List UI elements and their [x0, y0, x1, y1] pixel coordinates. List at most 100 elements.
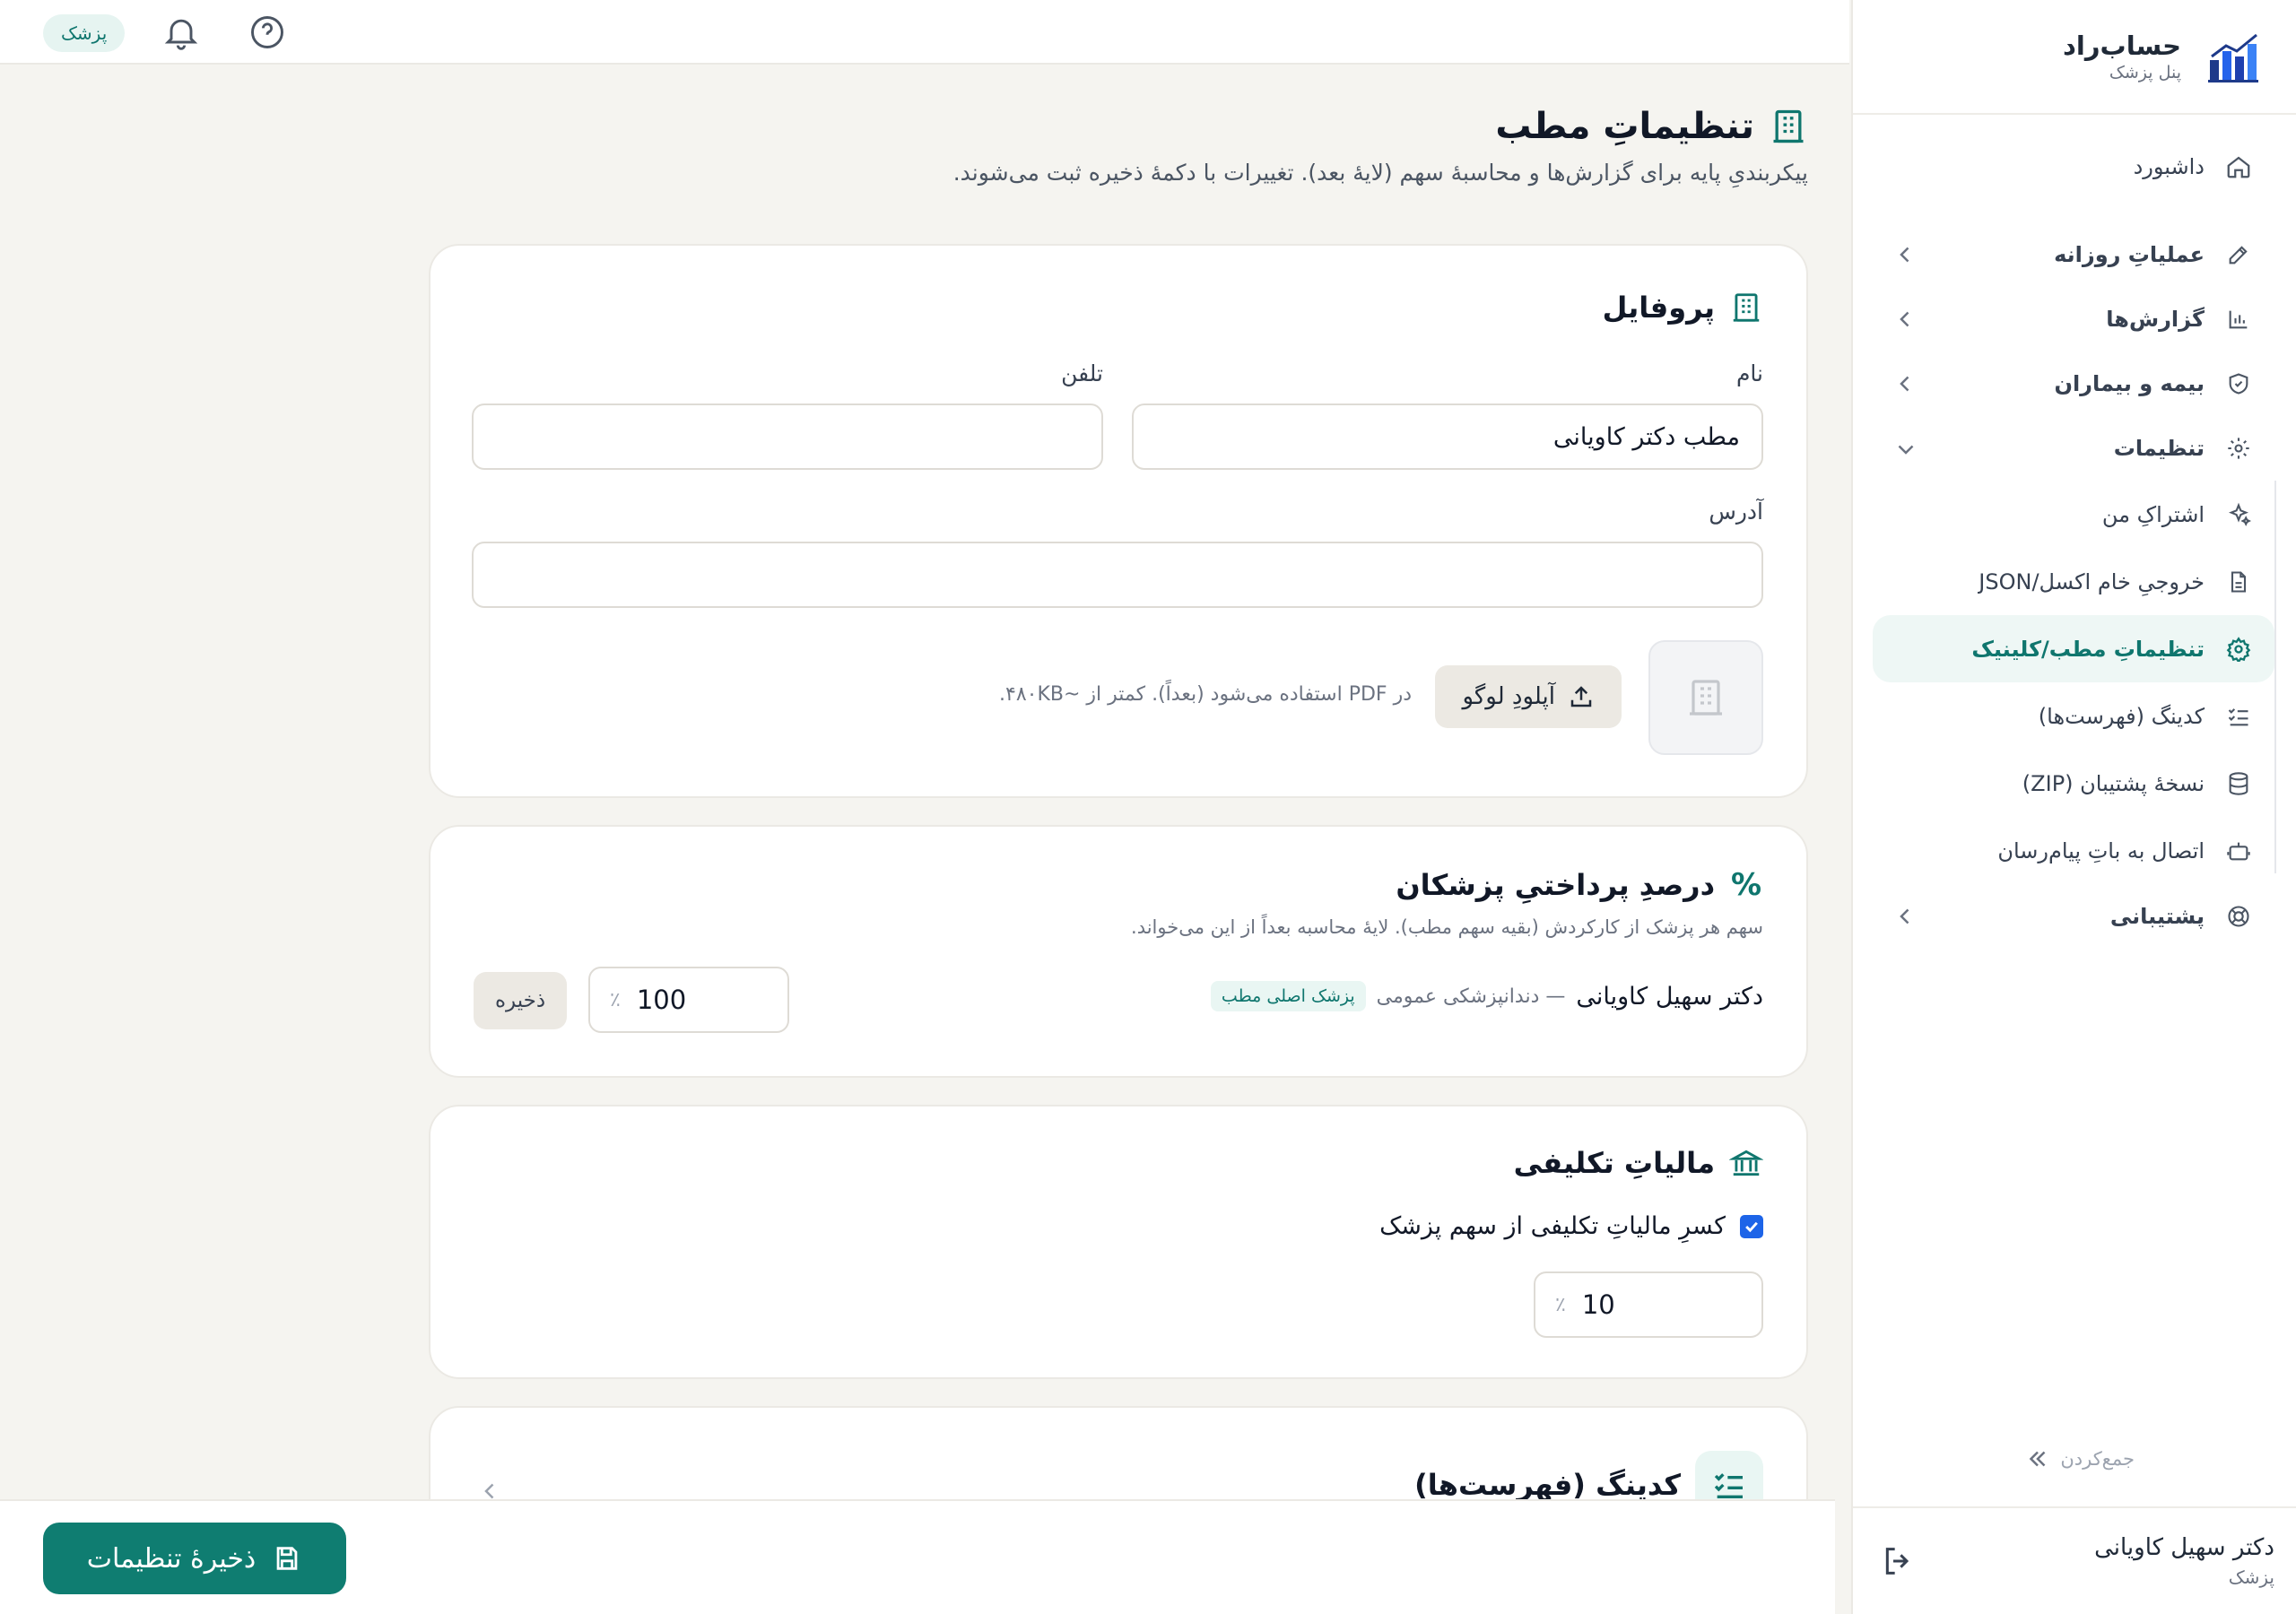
help-icon[interactable]: [248, 13, 287, 52]
sidebar-item-settings[interactable]: تنظیمات: [1873, 416, 2274, 481]
profile-card: پروفایل نام مطب دکتر کاویانی تلفن آدرس آ…: [429, 244, 1808, 798]
building-icon: [1690, 680, 1722, 716]
sparkles-icon: [2222, 499, 2255, 531]
sidebar-item-label: پشتیبانی: [2109, 904, 2205, 929]
database-icon: [2222, 768, 2255, 800]
tax-checkbox-row[interactable]: کسرِ مالیاتِ تکلیفی از سهم پزشک: [1379, 1212, 1763, 1240]
sidebar-item-label: تنظیمات: [2113, 436, 2205, 461]
doctor-row: دکتر سهیل کاویانی — دندانپزشکی عمومی پزش…: [1210, 981, 1763, 1011]
sidebar-item-label: خروجیِ خام اکسل/JSON: [1979, 568, 2205, 594]
chevron-down-icon: [1898, 445, 1914, 455]
save-settings-button[interactable]: ذخیرهٔ تنظیمات: [43, 1523, 346, 1594]
sidebar-item-raw-export[interactable]: خروجیِ خام اکسل/JSON: [1873, 548, 2274, 615]
brand-subtitle: پنل پزشک: [2109, 63, 2181, 83]
brand-name: حساب‌راد: [2063, 30, 2181, 61]
upload-logo-button[interactable]: آپلودِ لوگو: [1435, 665, 1622, 728]
user-name: دکتر سهیل کاویانی: [2094, 1534, 2274, 1561]
sidebar-item-label: اشتراکِ من: [2101, 501, 2205, 527]
pencil-icon: [2222, 239, 2255, 271]
sidebar-item-dashboard[interactable]: داشبورد: [1873, 134, 2274, 199]
building-icon: [1773, 109, 1804, 143]
chevron-left-icon: [1900, 311, 1909, 327]
sidebar-item-label: گزارش‌ها: [2106, 307, 2205, 332]
coding-title: کدینگ (فهرست‌ها): [1414, 1468, 1681, 1502]
sidebar-item-coding[interactable]: کدینگ (فهرست‌ها): [1873, 682, 2274, 750]
sidebar-item-backup[interactable]: نسخهٔ پشتیبان (ZIP): [1873, 750, 2274, 817]
profile-title: پروفایل: [1602, 291, 1715, 325]
save-icon: [276, 1547, 298, 1570]
bell-icon[interactable]: [161, 13, 201, 52]
gear-icon: [2222, 633, 2255, 665]
page-title: تنظیماتِ مطب: [1495, 106, 1754, 147]
upload-hint: در PDF استفاده می‌شود (بعداً). کمتر از ~…: [999, 683, 1412, 706]
chevron-left-icon: [1900, 376, 1909, 392]
doctor-name: دکتر سهیل کاویانی: [1576, 982, 1763, 1011]
user-box: دکتر سهیل کاویانی پزشک: [1853, 1506, 2296, 1614]
brand-logo-icon: [2208, 33, 2258, 82]
sidebar-item-label: کدینگ (فهرست‌ها): [2038, 703, 2205, 729]
sidebar-item-subscription[interactable]: اشتراکِ من: [1873, 481, 2274, 548]
building-icon: [1733, 293, 1760, 322]
percent-sign: ٪: [1555, 1293, 1566, 1316]
collapse-label: جمع‌کردن: [2060, 1448, 2135, 1470]
payout-description: سهم هر پزشک از کارکردش (بقیه سهم مطب). ل…: [1131, 916, 1763, 938]
page-header: تنظیماتِ مطب پیکربندیِ پایه برای گزارش‌ه…: [953, 106, 1808, 186]
double-chevron-left-icon: [2030, 1451, 2046, 1467]
home-icon: [2222, 151, 2255, 183]
sidebar-item-clinic-settings[interactable]: تنظیماتِ مطب/کلینیک: [1873, 615, 2274, 682]
sidebar-item-label: عملیاتِ روزانه: [2054, 242, 2205, 267]
sidebar: حساب‌راد پنل پزشک داشبورد عملیاتِ روزانه…: [1851, 0, 2296, 1614]
bot-icon: [2222, 835, 2255, 867]
bank-icon: [1729, 1150, 1763, 1176]
phone-field[interactable]: [472, 404, 1103, 470]
sidebar-item-label: نسخهٔ پشتیبان (ZIP): [2022, 770, 2205, 796]
payout-percent-input[interactable]: ٪ 100: [588, 967, 789, 1033]
file-icon: [2222, 566, 2255, 598]
settings-submenu: اشتراکِ من خروجیِ خام اکسل/JSON تنظیماتِ…: [1873, 481, 2276, 884]
brand[interactable]: حساب‌راد پنل پزشک: [1853, 0, 2296, 115]
tax-checkbox[interactable]: [1740, 1214, 1763, 1238]
gear-icon: [2222, 432, 2255, 464]
chevron-left-icon: [1900, 908, 1909, 924]
logo-placeholder: [1648, 640, 1763, 755]
tax-card: مالیاتِ تکلیفی کسرِ مالیاتِ تکلیفی از سه…: [429, 1105, 1808, 1379]
sidebar-item-label: داشبورد: [2133, 154, 2205, 179]
sidebar-item-insurance[interactable]: بیمه و بیماران: [1873, 351, 2274, 416]
role-badge: پزشک: [43, 14, 126, 52]
chevron-left-icon: [1900, 247, 1909, 263]
tax-percent-input[interactable]: ٪ 10: [1534, 1271, 1763, 1338]
sidebar-item-daily-operations[interactable]: عملیاتِ روزانه: [1873, 222, 2274, 287]
sidebar-item-label: تنظیماتِ مطب/کلینیک: [1971, 636, 2205, 662]
sidebar-item-reports[interactable]: گزارش‌ها: [1873, 287, 2274, 351]
user-role: پزشک: [2228, 1566, 2274, 1588]
name-label: نام: [1735, 360, 1763, 386]
name-field[interactable]: مطب دکتر کاویانی: [1132, 404, 1763, 470]
list-check-icon: [1714, 1473, 1743, 1498]
page-description: پیکربندیِ پایه برای گزارش‌ها و محاسبهٔ س…: [952, 160, 1808, 186]
save-settings-label: ذخیرهٔ تنظیمات: [86, 1542, 257, 1575]
shield-icon: [2222, 368, 2255, 400]
tax-checkbox-label: کسرِ مالیاتِ تکلیفی از سهم پزشک: [1379, 1212, 1726, 1240]
sidebar-item-label: اتصال به باتِ پیام‌رسان: [1997, 837, 2205, 863]
upload-label: آپلودِ لوگو: [1462, 683, 1555, 710]
address-label: آدرس: [1709, 499, 1763, 525]
sidebar-item-support[interactable]: پشتیبانی: [1873, 884, 2274, 949]
phone-label: تلفن: [1061, 360, 1103, 386]
payout-title: درصدِ پرداختیِ پزشکان: [1396, 868, 1715, 902]
collapse-sidebar-button[interactable]: جمع‌کردن: [2024, 1445, 2135, 1472]
address-field[interactable]: [472, 542, 1763, 608]
payout-save-button[interactable]: ذخیره: [474, 972, 568, 1029]
doctor-specialty: — دندانپزشکی عمومی: [1376, 985, 1566, 1008]
check-icon: [1745, 1221, 1758, 1232]
footer-bar: ذخیرهٔ تنظیمات: [0, 1499, 1835, 1614]
percent-value: 10: [1581, 1289, 1615, 1320]
list-check-icon: [2222, 700, 2255, 733]
lifebuoy-icon: [2222, 900, 2255, 933]
sidebar-item-messenger-bot[interactable]: اتصال به باتِ پیام‌رسان: [1873, 817, 2274, 884]
sidebar-nav: داشبورد عملیاتِ روزانه گزارش‌ها بیمه و ب…: [1873, 134, 2276, 949]
logout-icon[interactable]: [1880, 1543, 1916, 1579]
doctor-tag: پزشک اصلی مطب: [1210, 981, 1366, 1011]
chart-icon: [2222, 303, 2255, 335]
percent-value: 100: [636, 985, 687, 1015]
percent-icon: %: [1730, 867, 1762, 903]
